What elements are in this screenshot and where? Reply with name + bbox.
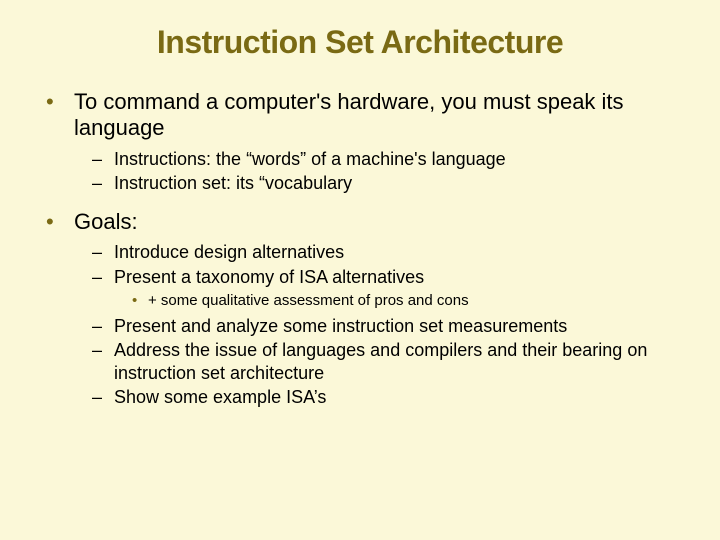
slide-title: Instruction Set Architecture	[32, 24, 688, 61]
list-item: Instructions: the “words” of a machine's…	[92, 148, 688, 171]
bullet-text: Show some example ISA’s	[114, 387, 326, 407]
bullet-text: + some qualitative assessment of pros an…	[148, 292, 469, 309]
list-item: To command a computer's hardware, you mu…	[46, 89, 688, 195]
list-item: Introduce design alternatives	[92, 241, 688, 264]
bullet-text: Instruction set: its “vocabulary	[114, 173, 352, 193]
bullet-list: Instructions: the “words” of a machine's…	[74, 148, 688, 195]
list-item: Goals: Introduce design alternatives Pre…	[46, 209, 688, 409]
list-item: Instruction set: its “vocabulary	[92, 172, 688, 195]
bullet-text: Goals:	[74, 209, 138, 234]
bullet-list: + some qualitative assessment of pros an…	[114, 292, 688, 311]
bullet-text: To command a computer's hardware, you mu…	[74, 89, 624, 140]
bullet-text: Instructions: the “words” of a machine's…	[114, 149, 506, 169]
slide: Instruction Set Architecture To command …	[0, 0, 720, 540]
bullet-text: Address the issue of languages and compi…	[114, 340, 647, 383]
bullet-list: To command a computer's hardware, you mu…	[32, 89, 688, 409]
list-item: Show some example ISA’s	[92, 386, 688, 409]
bullet-text: Present a taxonomy of ISA alternatives	[114, 267, 424, 287]
list-item: + some qualitative assessment of pros an…	[132, 292, 688, 311]
list-item: Present and analyze some instruction set…	[92, 315, 688, 338]
bullet-list: Introduce design alternatives Present a …	[74, 241, 688, 409]
list-item: Address the issue of languages and compi…	[92, 339, 688, 384]
bullet-text: Present and analyze some instruction set…	[114, 316, 567, 336]
bullet-text: Introduce design alternatives	[114, 242, 344, 262]
list-item: Present a taxonomy of ISA alternatives +…	[92, 266, 688, 311]
